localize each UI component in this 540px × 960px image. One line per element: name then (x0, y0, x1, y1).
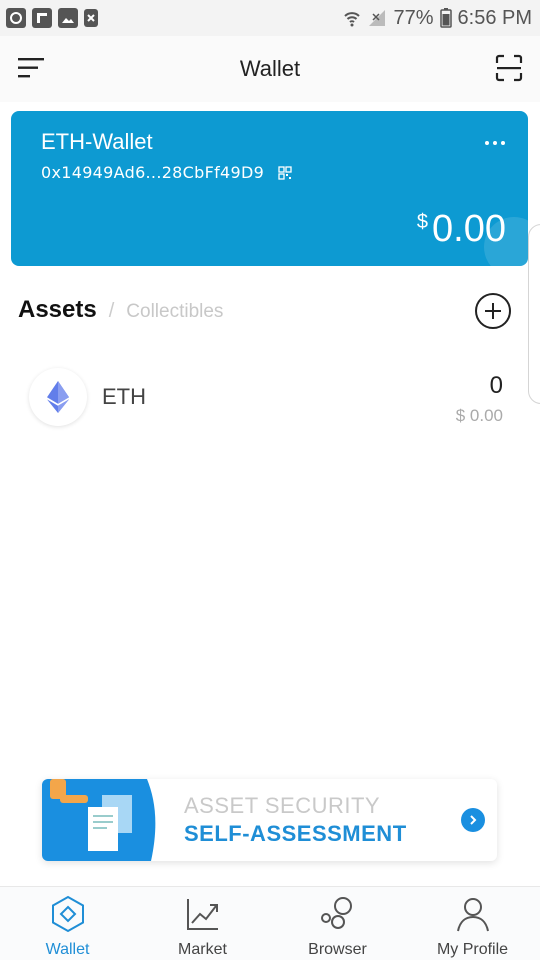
nav-my-profile[interactable]: My Profile (405, 887, 540, 960)
image-icon (58, 8, 78, 28)
wallet-card[interactable]: ETH-Wallet 0x14949Ad6...28CbFf49D9 $ 0.0… (11, 111, 528, 266)
nav-wallet[interactable]: Wallet (0, 887, 135, 960)
currency-symbol: $ (416, 211, 429, 233)
wallet-icon (51, 895, 84, 933)
wallet-name: ETH-Wallet (41, 129, 153, 154)
nav-market[interactable]: Market (135, 887, 270, 960)
browser-icon (320, 897, 352, 929)
asset-symbol: ETH (102, 384, 146, 409)
nav-label: Browser (308, 941, 367, 958)
profile-icon (456, 898, 489, 932)
close-box-icon (84, 9, 98, 27)
notification-icons (6, 8, 98, 28)
bottom-navigation: Wallet Market Browser My Profile (0, 886, 540, 960)
battery-icon (439, 8, 452, 28)
tab-separator: / (108, 300, 115, 322)
flipboard-icon (32, 8, 52, 28)
signal-icon (369, 10, 386, 26)
photos-icon (6, 8, 26, 28)
menu-icon[interactable] (18, 56, 44, 80)
nav-label: Wallet (45, 941, 90, 958)
page-title: Wallet (239, 56, 301, 81)
wallet-balance: $ 0.00 (417, 209, 506, 249)
app-header: Wallet (0, 36, 540, 102)
wallet-address: 0x14949Ad6...28CbFf49D9 (41, 163, 265, 182)
asset-list-item[interactable]: ETH 0 $ 0.00 (0, 360, 540, 434)
asset-tabs: Assets / Collectibles (18, 296, 223, 324)
banner-title: ASSET SECURITY (184, 793, 381, 818)
more-options-icon[interactable] (482, 133, 508, 153)
add-asset-button[interactable] (475, 293, 511, 329)
scan-icon[interactable] (495, 54, 523, 82)
security-document-illustration (42, 779, 156, 861)
nav-label: My Profile (436, 941, 509, 958)
status-bar: 77% 6:56 PM (0, 0, 540, 36)
security-assessment-banner[interactable]: ASSET SECURITY SELF-ASSESSMENT (42, 779, 497, 861)
tab-collectibles[interactable]: Collectibles (126, 301, 223, 323)
qr-code-icon[interactable] (278, 165, 292, 180)
tab-assets[interactable]: Assets (18, 296, 97, 324)
banner-subtitle: SELF-ASSESSMENT (184, 821, 407, 846)
balance-amount: 0.00 (432, 208, 506, 250)
chevron-right-icon[interactable] (461, 808, 485, 832)
ethereum-icon (29, 368, 87, 426)
asset-quantity: 0 (489, 372, 503, 399)
plus-icon (485, 303, 501, 319)
nav-label: Market (178, 941, 227, 958)
nav-browser[interactable]: Browser (270, 887, 405, 960)
wifi-icon (344, 12, 361, 27)
asset-fiat-value: $ 0.00 (455, 406, 503, 425)
wallet-address-row[interactable]: 0x14949Ad6...28CbFf49D9 (41, 163, 292, 182)
clock: 6:56 PM (457, 6, 532, 29)
chart-icon (186, 899, 218, 930)
battery-percent: 77% (393, 6, 434, 29)
